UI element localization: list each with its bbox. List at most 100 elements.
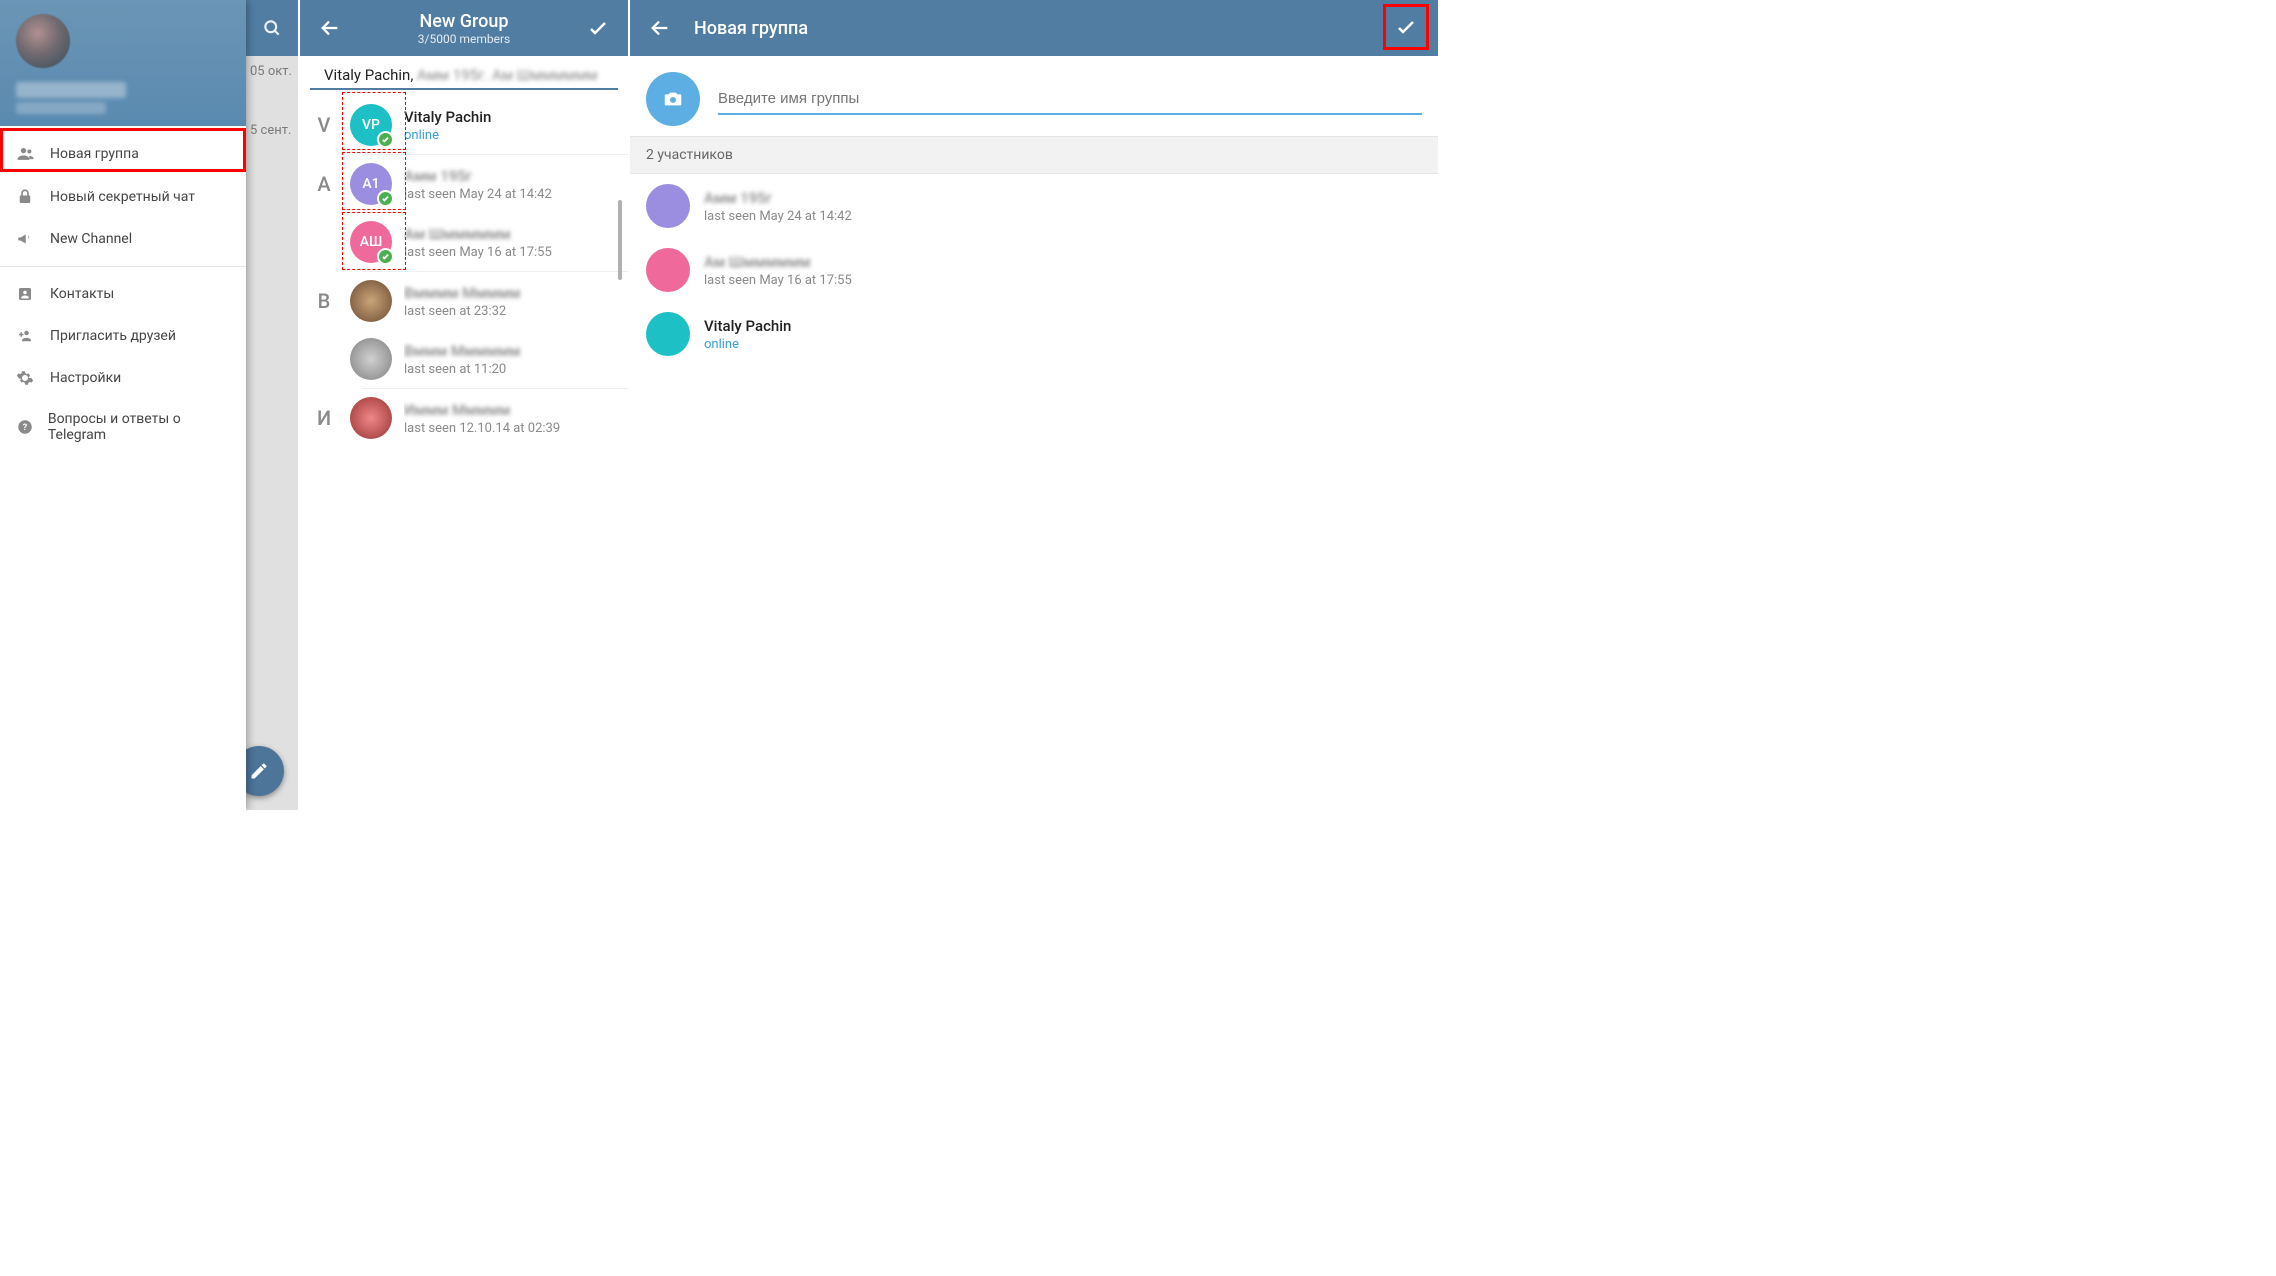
group-name-row bbox=[630, 56, 1438, 136]
menu-settings[interactable]: Настройки bbox=[0, 357, 246, 399]
lock-icon bbox=[16, 188, 50, 206]
avatar-initials: АШ bbox=[360, 234, 383, 250]
member-avatar bbox=[646, 184, 690, 228]
contact-name-blurred: Ам Шмммммм bbox=[404, 225, 616, 243]
contact-status: last seen May 16 at 17:55 bbox=[404, 245, 616, 260]
selected-check-icon bbox=[377, 190, 394, 207]
contact-status: last seen May 24 at 14:42 bbox=[404, 187, 616, 202]
header-title: New Group bbox=[348, 11, 580, 32]
help-icon: ? bbox=[16, 418, 48, 436]
drawer-header bbox=[0, 0, 246, 126]
section-letter: И bbox=[314, 406, 334, 430]
section-letter: B bbox=[314, 289, 334, 313]
contact-row[interactable]: И Иммм Ммммм last seen 12.10.14 at 02:39 bbox=[300, 389, 628, 447]
member-avatar bbox=[646, 248, 690, 292]
user-avatar[interactable] bbox=[16, 14, 70, 68]
highlight-confirm bbox=[1383, 4, 1429, 50]
contact-status: online bbox=[404, 128, 616, 143]
menu-label: Новый секретный чат bbox=[50, 189, 195, 205]
menu-label: New Channel bbox=[50, 231, 132, 247]
select-contacts-panel: New Group 3/5000 members Vitaly Pachin, … bbox=[300, 0, 630, 810]
member-avatar bbox=[646, 312, 690, 356]
svg-text:?: ? bbox=[23, 423, 28, 433]
group-photo-button[interactable] bbox=[646, 72, 700, 126]
chat-date: 5 сент. bbox=[250, 119, 298, 178]
contact-avatar: VP bbox=[350, 104, 392, 146]
menu-contacts[interactable]: Контакты bbox=[0, 273, 246, 315]
user-name-blurred bbox=[16, 82, 126, 98]
member-status: last seen May 16 at 17:55 bbox=[704, 273, 852, 288]
nav-drawer: Новая группа Новый секретный чат New Cha… bbox=[0, 0, 246, 810]
contact-avatar-photo bbox=[350, 338, 392, 380]
selected-check-icon bbox=[377, 248, 394, 265]
drawer-menu: Новая группа Новый секретный чат New Cha… bbox=[0, 126, 246, 461]
menu-new-group[interactable]: Новая группа bbox=[0, 132, 246, 176]
contact-avatar-photo bbox=[350, 280, 392, 322]
selected-name: Vitaly Pachin, bbox=[324, 66, 413, 84]
contact-name: Vitaly Pachin bbox=[404, 108, 616, 126]
group-icon bbox=[16, 144, 50, 164]
contact-row[interactable]: B Вмммм Ммммм last seen at 23:32 bbox=[300, 272, 628, 330]
gear-icon bbox=[16, 369, 50, 387]
contacts-list[interactable]: V VP Vitaly Pachin online A А1 bbox=[300, 90, 628, 453]
menu-label: Контакты bbox=[50, 286, 114, 302]
header-subtitle: 3/5000 members bbox=[348, 32, 580, 46]
member-name-blurred: Aмм 195г bbox=[704, 189, 852, 207]
panel2-header: New Group 3/5000 members bbox=[300, 0, 628, 56]
contact-avatar-photo bbox=[350, 397, 392, 439]
user-phone-blurred bbox=[16, 102, 106, 114]
member-row[interactable]: Ам Шмммммм last seen May 16 at 17:55 bbox=[630, 238, 1438, 302]
panel3-header: Новая группа bbox=[630, 0, 1438, 56]
selected-check-icon bbox=[377, 131, 394, 148]
menu-invite-friends[interactable]: Пригласить друзей bbox=[0, 315, 246, 357]
back-button[interactable] bbox=[642, 17, 678, 39]
group-name-input[interactable] bbox=[718, 84, 1422, 115]
menu-label: Пригласить друзей bbox=[50, 328, 176, 344]
members-count-label: 2 участников bbox=[630, 136, 1438, 174]
menu-divider bbox=[0, 266, 246, 267]
section-letter: A bbox=[314, 172, 334, 196]
contact-status: last seen at 23:32 bbox=[404, 304, 616, 319]
menu-new-channel[interactable]: New Channel bbox=[0, 218, 246, 260]
camera-icon bbox=[662, 88, 684, 110]
contact-avatar: А1 bbox=[350, 163, 392, 205]
contact-row[interactable]: A А1 Aмм 195г last seen May 24 at 14:42 bbox=[300, 155, 628, 213]
megaphone-icon bbox=[16, 230, 50, 248]
header-title: Новая группа bbox=[678, 18, 1383, 39]
member-row[interactable]: Aмм 195г last seen May 24 at 14:42 bbox=[630, 174, 1438, 238]
panel2-title: New Group 3/5000 members bbox=[348, 11, 580, 46]
member-name-blurred: Ам Шмммммм bbox=[704, 253, 852, 271]
contact-status: last seen 12.10.14 at 02:39 bbox=[404, 421, 616, 436]
back-button[interactable] bbox=[312, 17, 348, 39]
confirm-button[interactable] bbox=[1394, 15, 1418, 39]
chat-date: 05 окт. bbox=[250, 60, 298, 119]
menu-label: Настройки bbox=[50, 370, 121, 386]
contact-icon bbox=[16, 285, 50, 303]
avatar-initials: А1 bbox=[362, 176, 379, 192]
contact-name-blurred: Иммм Ммммм bbox=[404, 401, 616, 419]
search-icon[interactable] bbox=[262, 18, 282, 38]
menu-label: Вопросы и ответы о Telegram bbox=[48, 411, 230, 443]
menu-label: Новая группа bbox=[50, 146, 139, 162]
section-letter: V bbox=[314, 113, 334, 137]
contact-name-blurred: Вмммм Ммммм bbox=[404, 284, 616, 302]
chat-list-peek: 05 окт. 5 сент. bbox=[250, 60, 298, 178]
confirm-button[interactable] bbox=[580, 16, 616, 40]
member-status: last seen May 24 at 14:42 bbox=[704, 209, 852, 224]
menu-faq[interactable]: ? Вопросы и ответы о Telegram bbox=[0, 399, 246, 455]
selected-names-field[interactable]: Vitaly Pachin, Aмм 195г. Ам Шмммммм bbox=[310, 56, 618, 90]
member-name: Vitaly Pachin bbox=[704, 317, 791, 335]
contact-name-blurred: Aмм 195г bbox=[404, 167, 616, 185]
drawer-panel: 05 окт. 5 сент. Новая группа Новый bbox=[0, 0, 300, 810]
contact-status: last seen at 11:20 bbox=[404, 362, 616, 377]
menu-new-secret-chat[interactable]: Новый секретный чат bbox=[0, 176, 246, 218]
add-person-icon bbox=[16, 327, 50, 345]
avatar-initials: VP bbox=[362, 117, 380, 133]
contact-name-blurred: Вммм Мммммм bbox=[404, 342, 616, 360]
contact-row[interactable]: V VP Vitaly Pachin online bbox=[300, 96, 628, 154]
name-group-panel: Новая группа 2 участников Aмм 195г last … bbox=[630, 0, 1440, 810]
member-row[interactable]: Vitaly Pachin online bbox=[630, 302, 1438, 366]
member-status: online bbox=[704, 337, 791, 352]
contact-row[interactable]: Вммм Мммммм last seen at 11:20 bbox=[300, 330, 628, 388]
contact-row[interactable]: АШ Ам Шмммммм last seen May 16 at 17:55 bbox=[300, 213, 628, 271]
